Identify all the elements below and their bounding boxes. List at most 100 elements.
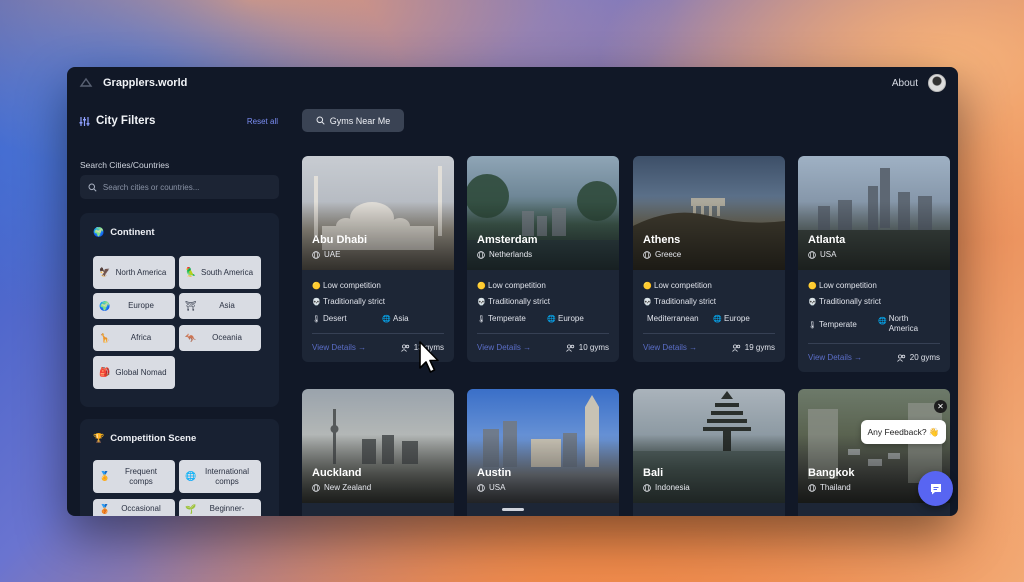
competition-panel: 🏆 Competition Scene 🏅 Frequent comps 🌐 I… [80, 419, 279, 516]
view-details-link[interactable]: View Details → [808, 353, 862, 362]
city-card-austin[interactable]: Austin USA [467, 389, 619, 516]
divider [477, 333, 609, 334]
search-field[interactable] [80, 175, 279, 199]
competition-title-text: Competition Scene [110, 433, 197, 444]
skull-icon: 💀 [808, 298, 817, 306]
culture: 💀 Traditionally strict [312, 297, 385, 306]
globe-icon [643, 483, 651, 492]
top-bar: Grapplers.world About [67, 67, 958, 99]
close-icon[interactable]: ✕ [934, 400, 947, 413]
continent-title-text: Continent [110, 227, 155, 238]
continent-text: Asia [393, 314, 409, 323]
continent-tag: 🌐 Europe [713, 314, 750, 323]
kangaroo-icon: 🦘 [185, 332, 197, 343]
city-card-bali[interactable]: Bali Indonesia [633, 389, 785, 516]
divider [643, 333, 775, 334]
city-country: USA [808, 250, 836, 259]
competition-level: 🟡 Low competition [477, 281, 546, 290]
climate-tag: 🌡 Temperate [808, 320, 857, 329]
temple-icon: ⛩ [185, 300, 197, 311]
chip-oceania[interactable]: 🦘 Oceania [179, 325, 261, 351]
chip-global-nomad[interactable]: 🎒 Global Nomad [93, 356, 175, 389]
city-card-amsterdam[interactable]: Amsterdam Netherlands 🟡 Low competition 💀… [467, 156, 619, 362]
city-name: Auckland [312, 467, 362, 479]
chip-label: Asia [219, 301, 235, 311]
app-window: Grapplers.world About City Filters Reset… [67, 67, 958, 516]
gyms-near-me-label: Gyms Near Me [329, 115, 391, 126]
chip-asia[interactable]: ⛩ Asia [179, 293, 261, 319]
search-icon [88, 183, 97, 192]
brand-name[interactable]: Grapplers.world [103, 77, 187, 89]
globe-icon [477, 250, 485, 259]
mouse-cursor-icon [419, 341, 439, 373]
climate-text: Mediterranean [647, 314, 699, 323]
culture-text: Traditionally strict [488, 297, 550, 306]
chip-north-america[interactable]: 🦅 North America [93, 256, 175, 289]
yellow-dot-icon: 🟡 [808, 282, 817, 290]
scroll-indicator[interactable] [502, 508, 524, 511]
globe-icon [808, 250, 816, 259]
continent-tag: 🌐 Asia [382, 314, 409, 323]
gym-count: 19 gyms [731, 343, 775, 352]
country-name: Indonesia [655, 483, 690, 492]
trophy-icon: 🏆 [93, 433, 105, 443]
view-details-link[interactable]: View Details → [643, 343, 697, 352]
chip-occasional[interactable]: 🥉 Occasional [93, 499, 175, 516]
city-card-auckland[interactable]: Auckland New Zealand [302, 389, 454, 516]
avatar[interactable] [928, 74, 946, 92]
city-country: USA [477, 483, 505, 492]
gyms-near-me-button[interactable]: Gyms Near Me [302, 109, 404, 132]
gym-count-text: 10 gyms [578, 343, 609, 352]
continent-text: North America [888, 314, 919, 334]
chip-frequent-comps[interactable]: 🏅 Frequent comps [93, 460, 175, 493]
competition-text: Low competition [819, 281, 877, 290]
climate-text: Temperate [819, 320, 857, 329]
feedback-bubble[interactable]: Any Feedback? 👋 [861, 420, 946, 444]
globe-icon: 🌐 [382, 315, 391, 323]
continent-title: 🌍 Continent [93, 227, 155, 238]
chip-international-comps[interactable]: 🌐 International comps [179, 460, 261, 493]
logo-icon [79, 77, 93, 87]
chip-europe[interactable]: 🌍 Europe [93, 293, 175, 319]
filters-header: City Filters Reset all [79, 115, 278, 127]
competition-title: 🏆 Competition Scene [93, 433, 196, 444]
city-name: Amsterdam [477, 234, 538, 246]
chip-africa[interactable]: 🦒 Africa [93, 325, 175, 351]
city-card-abu-dhabi[interactable]: Abu Dhabi UAE 🟡 Low competition 💀 Traditio… [302, 156, 454, 362]
chat-icon [930, 483, 941, 494]
competition-text: Low competition [654, 281, 712, 290]
globe-icon: 🌐 [713, 315, 722, 323]
search-icon [316, 116, 325, 125]
reset-all-button[interactable]: Reset all [247, 117, 278, 126]
city-name: Abu Dhabi [312, 234, 367, 246]
city-card-atlanta[interactable]: Atlanta USA 🟡 Low competition 💀 Traditiona… [798, 156, 950, 372]
climate-text: Temperate [488, 314, 526, 323]
city-country: New Zealand [312, 483, 371, 492]
chip-label: Oceania [212, 333, 242, 343]
backpack-icon: 🎒 [99, 367, 111, 377]
chip-beginner[interactable]: 🌱 Beginner- [179, 499, 261, 516]
chat-button[interactable] [918, 471, 953, 506]
chip-label: Frequent comps [124, 467, 158, 486]
skull-icon: 💀 [312, 298, 321, 306]
view-details-link[interactable]: View Details → [477, 343, 531, 352]
culture: 💀 Traditionally strict [477, 297, 550, 306]
yellow-dot-icon: 🟡 [312, 282, 321, 290]
view-details-link[interactable]: View Details → [312, 343, 366, 352]
city-country: Greece [643, 250, 681, 259]
giraffe-icon: 🦒 [99, 332, 111, 343]
competition-level: 🟡 Low competition [312, 281, 381, 290]
about-link[interactable]: About [892, 78, 918, 89]
continent-text: Europe [724, 314, 750, 323]
city-card-athens[interactable]: Athens Greece 🟡 Low competition 💀 Traditio… [633, 156, 785, 362]
medal-icon: 🥉 [99, 504, 111, 514]
thermometer-icon: 🌡 [477, 315, 486, 323]
city-name: Bali [643, 467, 664, 479]
skull-icon: 💀 [643, 298, 652, 306]
chip-south-america[interactable]: 🦜 South America [179, 256, 261, 289]
country-name: Thailand [820, 483, 851, 492]
search-input[interactable] [102, 182, 271, 192]
skull-icon: 💀 [477, 298, 486, 306]
globe-icon [643, 250, 651, 259]
users-icon [565, 343, 574, 352]
